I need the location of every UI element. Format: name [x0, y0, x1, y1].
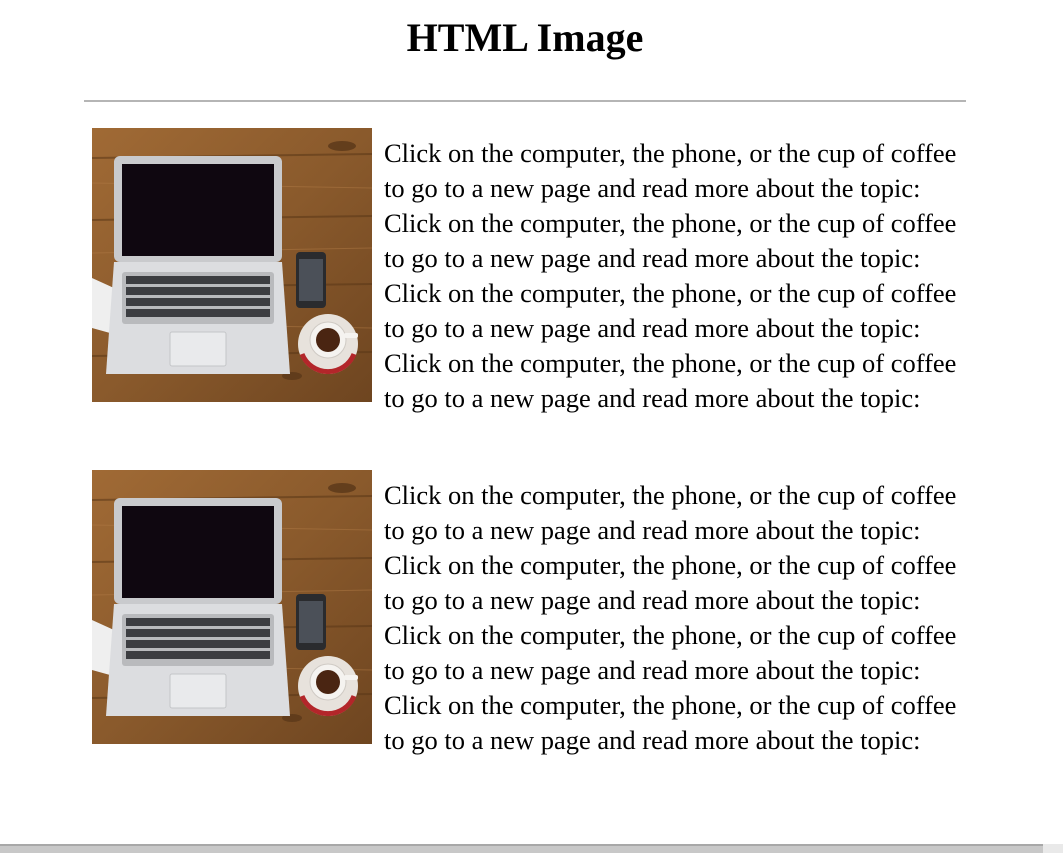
article-paragraph: Click on the computer, the phone, or the…	[82, 128, 972, 416]
workspace-image[interactable]	[92, 128, 372, 402]
article-text: Click on the computer, the phone, or the…	[384, 138, 957, 413]
horizontal-scrollbar[interactable]	[0, 844, 1043, 853]
scrollbar-corner	[1043, 844, 1063, 853]
horizontal-rule	[84, 100, 966, 102]
article-paragraph: Click on the computer, the phone, or the…	[82, 470, 972, 758]
page-title: HTML Image	[406, 15, 644, 60]
workspace-image[interactable]	[92, 470, 372, 744]
article-text: Click on the computer, the phone, or the…	[384, 480, 957, 755]
